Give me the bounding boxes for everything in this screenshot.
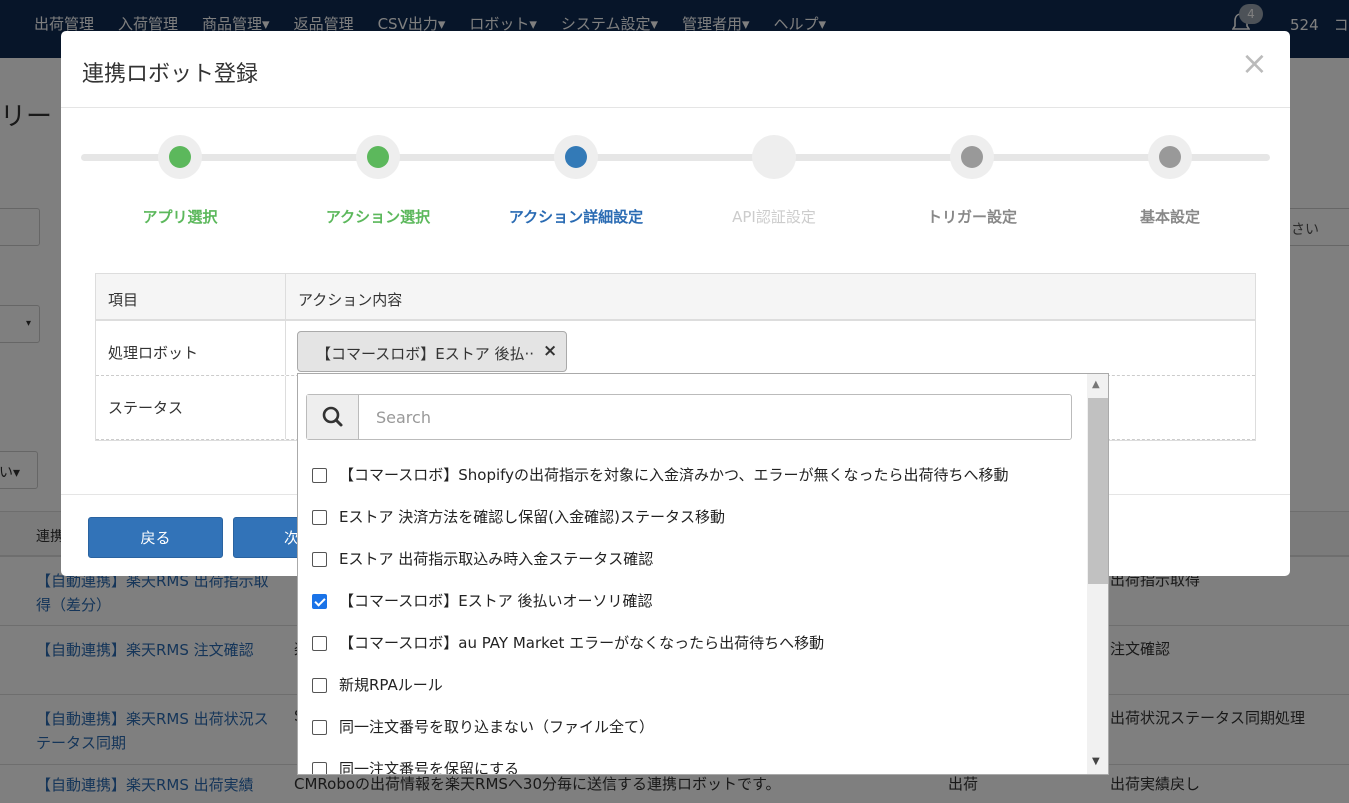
list-item[interactable]: 同一注文番号を取り込まない（ファイル全て） <box>298 706 1088 748</box>
back-button[interactable]: 戻る <box>88 517 223 558</box>
checkbox[interactable] <box>312 468 327 483</box>
checkbox[interactable] <box>312 510 327 525</box>
step-dot <box>1159 146 1181 168</box>
step-dot <box>367 146 389 168</box>
list-item[interactable]: Eストア 出荷指示取込み時入金ステータス確認 <box>298 538 1088 580</box>
row-label-robot: 処理ロボット <box>96 321 286 375</box>
option-label: 【コマースロボ】Eストア 後払いオーソリ確認 <box>339 592 653 610</box>
checkbox[interactable] <box>312 678 327 693</box>
step-label: API認証設定 <box>732 208 816 226</box>
step-dot <box>763 146 785 168</box>
option-label: 同一注文番号を保留にする <box>339 760 520 775</box>
list-item[interactable]: Eストア 決済方法を確認し保留(入金確認)ステータス移動 <box>298 496 1088 538</box>
step-label: トリガー設定 <box>926 208 1017 226</box>
checkbox[interactable] <box>312 720 327 735</box>
remove-tag-icon[interactable]: × <box>543 341 557 361</box>
list-item[interactable]: 新規RPAルール <box>298 664 1088 706</box>
selected-robot-tag: 【コマースロボ】Eストア 後払·· × <box>297 331 567 372</box>
list-item[interactable]: 同一注文番号を保留にする <box>298 748 1088 775</box>
search-box <box>306 394 1072 440</box>
step-dot <box>169 146 191 168</box>
modal-title: 連携ロボット登録 <box>82 62 259 87</box>
wizard-stepper: アプリ選択 アクション選択 アクション詳細設定 API認証設定 トリガー設定 基… <box>81 133 1270 253</box>
option-list: 【コマースロボ】Shopifyの出荷指示を対象に入金済みかつ、エラーが無くなった… <box>298 454 1088 775</box>
checkbox[interactable] <box>312 594 327 609</box>
table-row: 処理ロボット 【コマースロボ】Eストア 後払·· × <box>96 321 1255 376</box>
option-label: 【コマースロボ】Shopifyの出荷指示を対象に入金済みかつ、エラーが無くなった… <box>339 466 1009 484</box>
table-header: 項目 アクション内容 <box>96 274 1255 321</box>
option-label: 【コマースロボ】au PAY Market エラーがなくなったら出荷待ちへ移動 <box>339 634 825 652</box>
header-item: 項目 <box>96 274 286 319</box>
checkbox[interactable] <box>312 552 327 567</box>
list-item[interactable]: 【コマースロボ】Shopifyの出荷指示を対象に入金済みかつ、エラーが無くなった… <box>298 454 1088 496</box>
row-label-status: ステータス <box>96 376 286 439</box>
step-dot <box>961 146 983 168</box>
search-icon <box>307 395 359 439</box>
option-label: 同一注文番号を取り込まない（ファイル全て） <box>339 718 655 736</box>
modal-header: 連携ロボット登録 × <box>61 31 1290 108</box>
scrollbar[interactable]: ▲ ▼ <box>1087 374 1108 774</box>
scroll-down-icon[interactable]: ▼ <box>1092 756 1100 767</box>
checkbox[interactable] <box>312 636 327 651</box>
step-label: 基本設定 <box>1139 208 1200 226</box>
checkbox[interactable] <box>312 762 327 774</box>
step-dot <box>565 146 587 168</box>
step-label: アクション選択 <box>325 208 431 226</box>
search-input[interactable] <box>360 395 1070 439</box>
header-content: アクション内容 <box>298 291 403 309</box>
option-label: Eストア 出荷指示取込み時入金ステータス確認 <box>339 550 654 568</box>
robot-select-dropdown: 【コマースロボ】Shopifyの出荷指示を対象に入金済みかつ、エラーが無くなった… <box>297 373 1109 775</box>
list-item[interactable]: 【コマースロボ】Eストア 後払いオーソリ確認 <box>298 580 1088 622</box>
option-label: Eストア 決済方法を確認し保留(入金確認)ステータス移動 <box>339 508 725 526</box>
step-label: アプリ選択 <box>142 208 218 226</box>
stepper-track <box>81 154 1270 161</box>
selected-robot-label: 【コマースロボ】Eストア 後払·· <box>316 345 535 363</box>
step-label: アクション詳細設定 <box>508 208 644 226</box>
scroll-up-icon[interactable]: ▲ <box>1092 379 1100 390</box>
option-label: 新規RPAルール <box>339 676 443 694</box>
list-item[interactable]: 【コマースロボ】au PAY Market エラーがなくなったら出荷待ちへ移動 <box>298 622 1088 664</box>
close-icon[interactable]: × <box>1241 47 1268 79</box>
scrollbar-thumb[interactable] <box>1088 398 1108 584</box>
